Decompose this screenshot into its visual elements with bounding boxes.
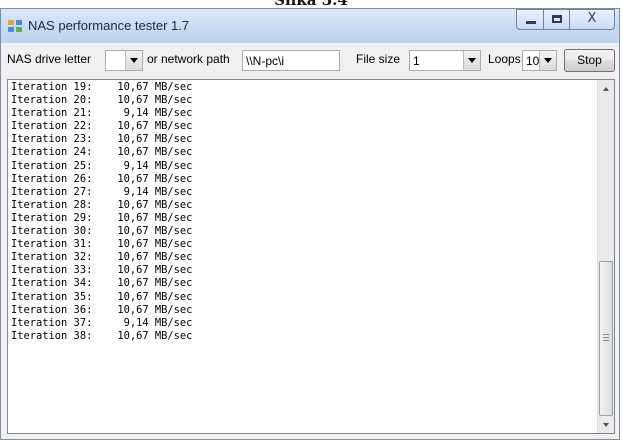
network-path-field[interactable]: [242, 50, 340, 71]
result-line: Iteration 36: 10,67 MB/sec: [11, 303, 193, 316]
result-line: Iteration 28: 10,67 MB/sec: [11, 198, 193, 211]
result-line: Iteration 27: 9,14 MB/sec: [11, 185, 193, 198]
result-line: Iteration 33: 10,67 MB/sec: [11, 264, 193, 277]
result-line: Iteration 23: 10,67 MB/sec: [11, 133, 193, 146]
minimize-button[interactable]: [516, 9, 544, 30]
window-title: NAS performance tester 1.7: [28, 18, 190, 33]
figure-caption-text: Slika 3.4: [0, 0, 622, 8]
close-button[interactable]: X: [569, 9, 615, 30]
stop-button[interactable]: Stop: [564, 49, 615, 72]
maximize-icon: [552, 15, 562, 23]
result-line: Iteration 21: 9,14 MB/sec: [11, 107, 193, 120]
result-line: Iteration 26: 10,67 MB/sec: [11, 172, 193, 185]
chevron-down-icon[interactable]: [125, 51, 142, 70]
app-window: NAS performance tester 1.7 X NAS drive l…: [0, 8, 620, 440]
file-size-dropdown[interactable]: 1: [409, 50, 481, 71]
title-bar[interactable]: NAS performance tester 1.7 X: [1, 9, 619, 43]
result-line: Iteration 31: 10,67 MB/sec: [11, 238, 193, 251]
loops-label: Loops: [488, 52, 521, 66]
network-path-label: or network path: [147, 52, 230, 66]
vertical-scrollbar[interactable]: [597, 80, 614, 433]
scrollbar-grip: [603, 334, 609, 343]
drive-letter-label: NAS drive letter: [7, 52, 92, 66]
result-line: Iteration 19: 10,67 MB/sec: [11, 81, 193, 93]
result-line: Iteration 30: 10,67 MB/sec: [11, 225, 193, 238]
result-line: Iteration 38: 10,67 MB/sec: [11, 329, 193, 342]
chevron-down-icon[interactable]: [539, 51, 556, 70]
result-line: Iteration 34: 10,67 MB/sec: [11, 277, 193, 290]
result-line: Iteration 37: 9,14 MB/sec: [11, 316, 193, 329]
results-lines: Iteration 19: 10,67 MB/sec Iteration 20: …: [11, 81, 192, 343]
app-window-icon: [8, 20, 22, 32]
file-size-label: File size: [356, 52, 401, 66]
maximize-button[interactable]: [543, 9, 570, 30]
minimize-icon: [526, 21, 536, 24]
result-line: Iteration 35: 10,67 MB/sec: [11, 290, 193, 303]
result-line: Iteration 32: 10,67 MB/sec: [11, 251, 193, 264]
scroll-down-arrow-icon[interactable]: [598, 416, 614, 433]
figure-caption: Slika 3.4: [0, 0, 622, 8]
close-icon: X: [587, 11, 597, 26]
file-size-value: 1: [413, 54, 420, 68]
scrollbar-thumb[interactable]: [599, 261, 613, 416]
loops-dropdown[interactable]: 10(: [522, 50, 557, 71]
drive-letter-dropdown[interactable]: [105, 50, 143, 71]
scroll-up-arrow-icon[interactable]: [598, 80, 614, 97]
chevron-down-icon[interactable]: [463, 51, 480, 70]
result-line: Iteration 25: 9,14 MB/sec: [11, 159, 193, 172]
result-line: Iteration 22: 10,67 MB/sec: [11, 120, 193, 133]
network-path-input[interactable]: [243, 51, 339, 70]
result-line: Iteration 29: 10,67 MB/sec: [11, 211, 193, 224]
result-line: Iteration 20: 10,67 MB/sec: [11, 94, 193, 107]
result-line: Iteration 24: 10,67 MB/sec: [11, 146, 193, 159]
results-output[interactable]: Iteration 19: 10,67 MB/sec Iteration 20: …: [7, 79, 615, 434]
toolbar: NAS drive letter or network path File si…: [1, 43, 619, 75]
